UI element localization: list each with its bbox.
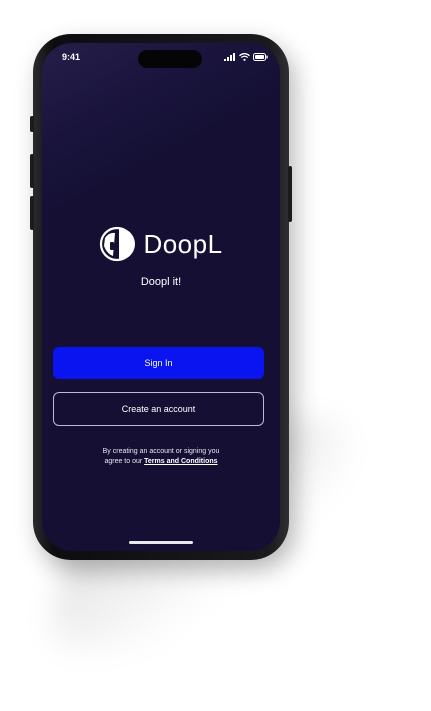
create-account-label: Create an account [121,404,196,414]
tagline: Doopl it! [140,276,182,288]
home-indicator[interactable] [129,541,193,544]
brand-header: DoopL [42,226,280,262]
terms-link[interactable]: Terms and Conditions [144,458,217,465]
wifi-icon [239,53,250,61]
legal-notice: By creating an account or signing you ag… [42,447,280,467]
screen-sheen [42,43,280,257]
volume-up-button [30,154,34,188]
doopl-logo-icon [100,226,136,262]
battery-icon [253,53,268,61]
legal-prefix: agree to our [104,458,143,465]
power-button [288,166,292,222]
signal-icon [224,53,235,61]
action-button [30,116,34,132]
legal-line-2: agree to our Terms and Conditions [42,457,280,467]
dynamic-island [138,50,202,68]
status-time: 9:41 [62,52,81,62]
volume-down-button [30,196,34,230]
legal-line-1: By creating an account or signing you [102,448,220,455]
sign-in-label: Sign In [144,358,173,368]
brand-name: DoopL [143,228,223,259]
status-icons [224,53,268,61]
create-account-button[interactable]: Create an account [53,392,264,426]
phone-frame: 9:41 DoopL Doopl it! Sign In Create an a… [30,34,292,560]
app-screen: 9:41 DoopL Doopl it! Sign In Create an a… [42,43,280,551]
sign-in-button[interactable]: Sign In [53,347,264,379]
